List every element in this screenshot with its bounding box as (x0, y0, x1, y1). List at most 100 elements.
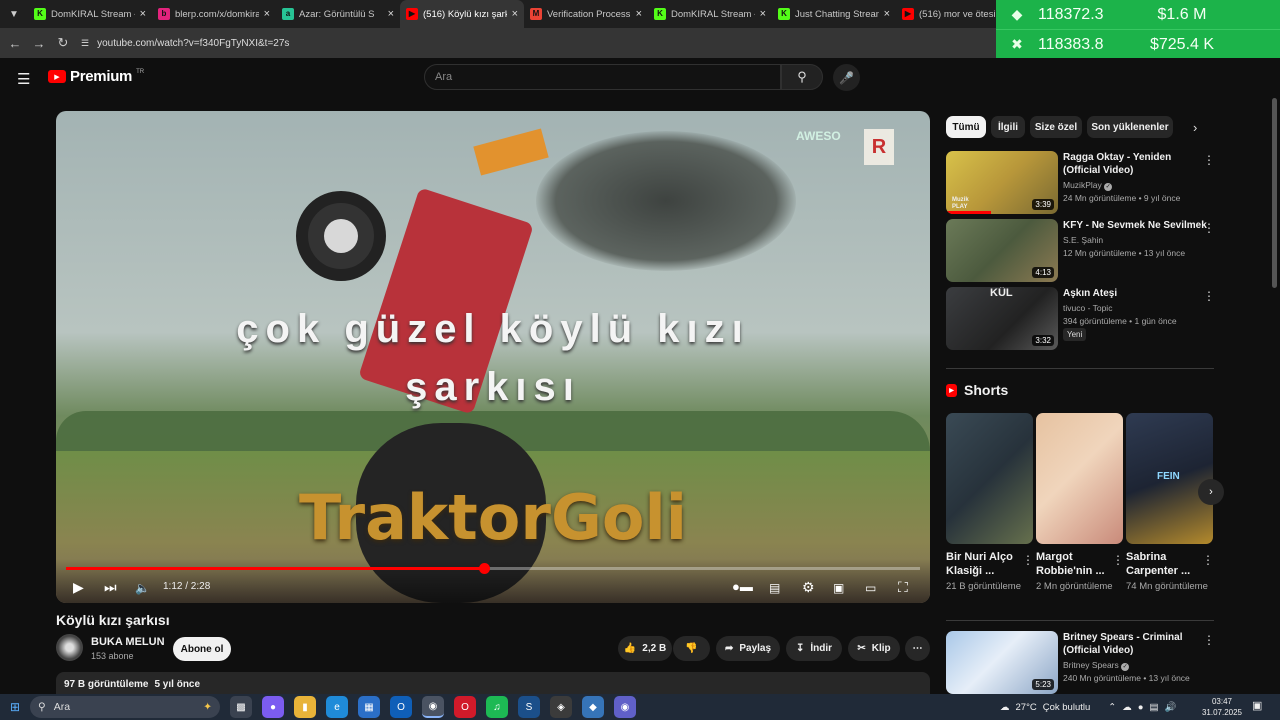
mic-tray-icon[interactable]: ● (1138, 702, 1144, 713)
scrollbar-thumb[interactable] (1272, 98, 1277, 288)
play-icon[interactable]: ▶ (73, 579, 84, 596)
chip-for-you[interactable]: Size özel (1030, 116, 1082, 138)
dislike-button[interactable]: 👎 (673, 636, 710, 661)
video-thumbnail[interactable]: 5:23 (946, 631, 1058, 694)
video-thumbnail[interactable]: Muzik PLAY 3:39 (946, 151, 1058, 214)
short-thumbnail[interactable] (946, 413, 1033, 544)
related-video-channel[interactable]: MuzikPlay ✓ (1063, 180, 1113, 191)
notification-icon[interactable]: ▣ (1252, 699, 1262, 712)
tab-close-icon[interactable]: × (636, 8, 642, 20)
channel-avatar[interactable] (56, 634, 83, 661)
reload-icon[interactable]: ↻ (51, 35, 75, 51)
more-vert-icon[interactable]: ⋮ (1203, 633, 1215, 647)
youtube-logo[interactable]: ▶ Premium TR (48, 68, 144, 85)
subtitles-icon[interactable]: ▤ (769, 581, 780, 595)
short-title[interactable]: Sabrina Carpenter ... (1126, 550, 1200, 578)
more-vert-icon[interactable]: ⋮ (1022, 553, 1034, 567)
search-input[interactable]: Ara (424, 64, 781, 90)
app-icon[interactable]: ◉ (614, 696, 636, 718)
cloud-icon[interactable]: ☁ (1122, 702, 1132, 713)
back-icon[interactable]: ← (3, 36, 27, 51)
more-vert-icon[interactable]: ⋮ (1112, 553, 1124, 567)
related-video[interactable]: KÜL 3:32 Aşkın Ateşi tivuco - Topic 394 görü… (946, 287, 1216, 351)
miniplayer-icon[interactable]: ▣ (833, 581, 844, 595)
chevron-right-icon[interactable]: › (1193, 120, 1197, 135)
description-box[interactable]: 97 B görüntüleme 5 yıl önce (56, 672, 930, 694)
related-video-channel[interactable]: S.E. Şahin (1063, 235, 1103, 245)
tab-close-icon[interactable]: × (140, 8, 146, 20)
channel-name[interactable]: BUKA MELUN (91, 636, 165, 648)
subscribe-button[interactable]: Abone ol (173, 637, 231, 661)
browser-tab[interactable]: a Azar: Görüntülü S × (276, 0, 400, 28)
short-title[interactable]: Bir Nuri Alço Klasiği ... (946, 550, 1020, 578)
video-player[interactable]: AWESO R çok güzel köylü kızı şarkısı Tra… (56, 111, 930, 603)
related-video-title[interactable]: KFY - Ne Sevmek Ne Sevilmek (1063, 219, 1211, 232)
autoplay-toggle[interactable]: ●▬ (732, 579, 753, 594)
app-icon[interactable]: ◈ (550, 696, 572, 718)
copilot-icon[interactable]: ● (262, 696, 284, 718)
shorts-next-button[interactable]: › (1198, 479, 1224, 505)
short-item[interactable]: FEIN Sabrina Carpenter ... 74 Mn görüntüle… (1126, 413, 1214, 593)
app-icon[interactable]: ◆ (582, 696, 604, 718)
related-video-channel[interactable]: Britney Spears ✓ (1063, 660, 1130, 671)
browser-tab[interactable]: ▶ (516) Köylü kızı şarkıs × (400, 0, 524, 28)
related-video[interactable]: Muzik PLAY 3:39 Ragga Oktay - Yeniden (Off… (946, 151, 1216, 215)
hamburger-menu-icon[interactable]: ☰ (17, 70, 30, 88)
clip-button[interactable]: ✂ Klip (848, 636, 900, 661)
chip-related[interactable]: İlgili (991, 116, 1025, 138)
browser-tab[interactable]: K DomKIRAL Stream - • × (28, 0, 152, 28)
store-icon[interactable]: ▦ (358, 696, 380, 718)
theater-mode-icon[interactable]: ▭ (865, 581, 876, 595)
related-video-channel[interactable]: tivuco - Topic (1063, 303, 1112, 313)
voice-search-button[interactable]: 🎤 (833, 64, 860, 91)
tab-close-icon[interactable]: × (512, 8, 518, 20)
forward-icon[interactable]: → (27, 36, 51, 51)
windows-start-icon[interactable]: ⊞ (0, 700, 30, 714)
short-title[interactable]: Margot Robbie'nin ... (1036, 550, 1110, 578)
scrubber-handle[interactable] (479, 563, 491, 574)
tab-close-icon[interactable]: × (760, 8, 766, 20)
related-video[interactable]: 5:23 Britney Spears - Criminal (Official … (946, 631, 1216, 695)
edge-icon[interactable]: e (326, 696, 348, 718)
related-video[interactable]: 4:13 KFY - Ne Sevmek Ne Sevilmek S.E. Şahi… (946, 219, 1216, 283)
tray-chevron-icon[interactable]: ⌃ (1108, 702, 1116, 713)
like-button[interactable]: 👍 2,2 B (618, 636, 672, 661)
chrome-icon[interactable]: ◉ (422, 696, 444, 718)
weather-icon[interactable]: ☁ (1000, 702, 1010, 713)
search-button[interactable]: ⚲ (781, 64, 823, 90)
url-field[interactable]: ☰ youtube.com/watch?v=f340FgTyNXI&t=27s (81, 38, 289, 49)
network-icon[interactable]: ▤ (1149, 702, 1158, 713)
related-video-title[interactable]: Britney Spears - Criminal (Official Vide… (1063, 631, 1211, 657)
more-vert-icon[interactable]: ⋮ (1202, 553, 1214, 567)
browser-tab[interactable]: K DomKIRAL Stream - • × (648, 0, 772, 28)
download-button[interactable]: ↧ İndir (786, 636, 842, 661)
task-view-icon[interactable]: ▩ (230, 696, 252, 718)
file-explorer-icon[interactable]: ▮ (294, 696, 316, 718)
more-actions-button[interactable]: ⋯ (905, 636, 930, 661)
short-item[interactable]: Margot Robbie'nin ... 2 Mn görüntüleme ⋮ (1036, 413, 1124, 593)
short-item[interactable]: Bir Nuri Alço Klasiği ... 21 B görüntülem… (946, 413, 1034, 593)
tab-close-icon[interactable]: × (264, 8, 270, 20)
video-thumbnail[interactable]: KÜL 3:32 (946, 287, 1058, 350)
browser-tab[interactable]: K Just Chatting Stream × (772, 0, 896, 28)
settings-gear-icon[interactable]: ⚙ (802, 579, 815, 596)
clock[interactable]: 03:47 31.07.2025 (1200, 696, 1244, 718)
related-video-title[interactable]: Aşkın Ateşi (1063, 287, 1211, 300)
site-info-icon[interactable]: ☰ (81, 38, 89, 49)
tab-search-icon[interactable]: ▼ (0, 0, 28, 28)
browser-tab[interactable]: M Verification Process × (524, 0, 648, 28)
chip-all[interactable]: Tümü (946, 116, 986, 138)
tab-close-icon[interactable]: × (884, 8, 890, 20)
tab-close-icon[interactable]: × (388, 8, 394, 20)
outlook-icon[interactable]: O (390, 696, 412, 718)
related-video-title[interactable]: Ragga Oktay - Yeniden (Official Video) (1063, 151, 1211, 177)
steam-icon[interactable]: S (518, 696, 540, 718)
browser-tab[interactable]: b blerp.com/x/domkiral × (152, 0, 276, 28)
share-button[interactable]: ➦ Paylaş (716, 636, 780, 661)
opera-icon[interactable]: O (454, 696, 476, 718)
short-thumbnail[interactable] (1036, 413, 1123, 544)
more-vert-icon[interactable]: ⋮ (1203, 221, 1215, 235)
fullscreen-icon[interactable]: ⛶ (898, 579, 908, 596)
volume-icon[interactable]: 🔈 (135, 581, 150, 595)
volume-tray-icon[interactable]: 🔊 (1164, 702, 1176, 713)
